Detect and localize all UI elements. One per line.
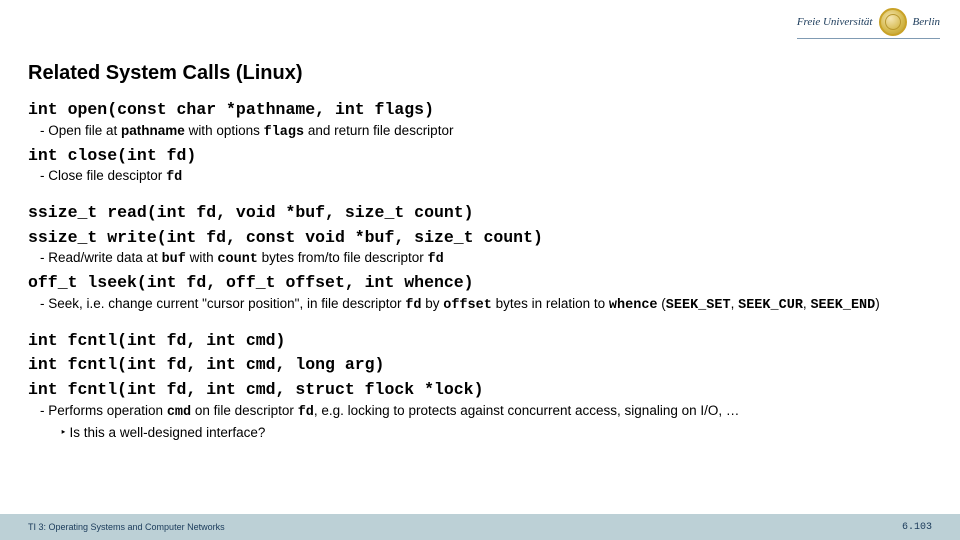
- t: offset: [443, 298, 492, 313]
- read-signature: ssize_t read(int fd, void *buf, size_t c…: [28, 203, 932, 224]
- fcntl-description: Performs operation cmd on file descripto…: [40, 403, 932, 422]
- content: int open(const char *pathname, int flags…: [28, 96, 932, 442]
- t: Read/write data at: [48, 250, 161, 265]
- t: ): [875, 296, 880, 311]
- rw-description: Read/write data at buf with count bytes …: [40, 250, 932, 269]
- t: Performs operation: [48, 403, 167, 418]
- t: Close file desciptor: [48, 168, 166, 183]
- t: (: [658, 296, 666, 311]
- t: with options: [185, 123, 264, 138]
- t: ,: [731, 296, 739, 311]
- t: bytes from/to file descriptor: [258, 250, 428, 265]
- footer-course: TI 3: Operating Systems and Computer Net…: [28, 522, 225, 532]
- open-signature: int open(const char *pathname, int flags…: [28, 100, 932, 121]
- t: with: [186, 250, 218, 265]
- fcntl-signature-2: int fcntl(int fd, int cmd, long arg): [28, 355, 932, 376]
- institution-header: Freie Universität Berlin: [797, 8, 940, 39]
- t: count: [217, 252, 258, 267]
- t: fd: [166, 170, 182, 185]
- institution-suffix: Berlin: [913, 16, 941, 28]
- institution-prefix: Freie Universität: [797, 16, 873, 28]
- lseek-signature: off_t lseek(int fd, off_t offset, int wh…: [28, 273, 932, 294]
- t: on file descriptor: [191, 403, 298, 418]
- seal-icon: [879, 8, 907, 36]
- t: by: [421, 296, 443, 311]
- t: Open file at: [48, 123, 121, 138]
- t: buf: [162, 252, 186, 267]
- footer-page: 6.103: [902, 522, 932, 533]
- fcntl-signature-1: int fcntl(int fd, int cmd): [28, 331, 932, 352]
- t: SEEK_CUR: [738, 298, 803, 313]
- t: fd: [427, 252, 443, 267]
- close-description: Close file desciptor fd: [40, 168, 932, 187]
- t: SEEK_SET: [666, 298, 731, 313]
- t: bytes in relation to: [492, 296, 609, 311]
- t: whence: [609, 298, 658, 313]
- fcntl-signature-3: int fcntl(int fd, int cmd, struct flock …: [28, 380, 932, 401]
- footer: TI 3: Operating Systems and Computer Net…: [0, 514, 960, 540]
- write-signature: ssize_t write(int fd, const void *buf, s…: [28, 228, 932, 249]
- t: Seek, i.e. change current "cursor positi…: [48, 296, 405, 311]
- page-title: Related System Calls (Linux): [28, 62, 303, 85]
- t: cmd: [167, 405, 191, 420]
- t: pathname: [121, 123, 185, 138]
- t: flags: [264, 125, 305, 140]
- t: SEEK_END: [810, 298, 875, 313]
- t: and return file descriptor: [304, 123, 453, 138]
- t: fd: [298, 405, 314, 420]
- close-signature: int close(int fd): [28, 146, 932, 167]
- t: , e.g. locking to protects against concu…: [314, 403, 739, 418]
- lseek-description: Seek, i.e. change current "cursor positi…: [40, 296, 932, 315]
- open-description: Open file at pathname with options flags…: [40, 123, 932, 142]
- t: fd: [405, 298, 421, 313]
- design-question: Is this a well-designed interface?: [60, 425, 932, 442]
